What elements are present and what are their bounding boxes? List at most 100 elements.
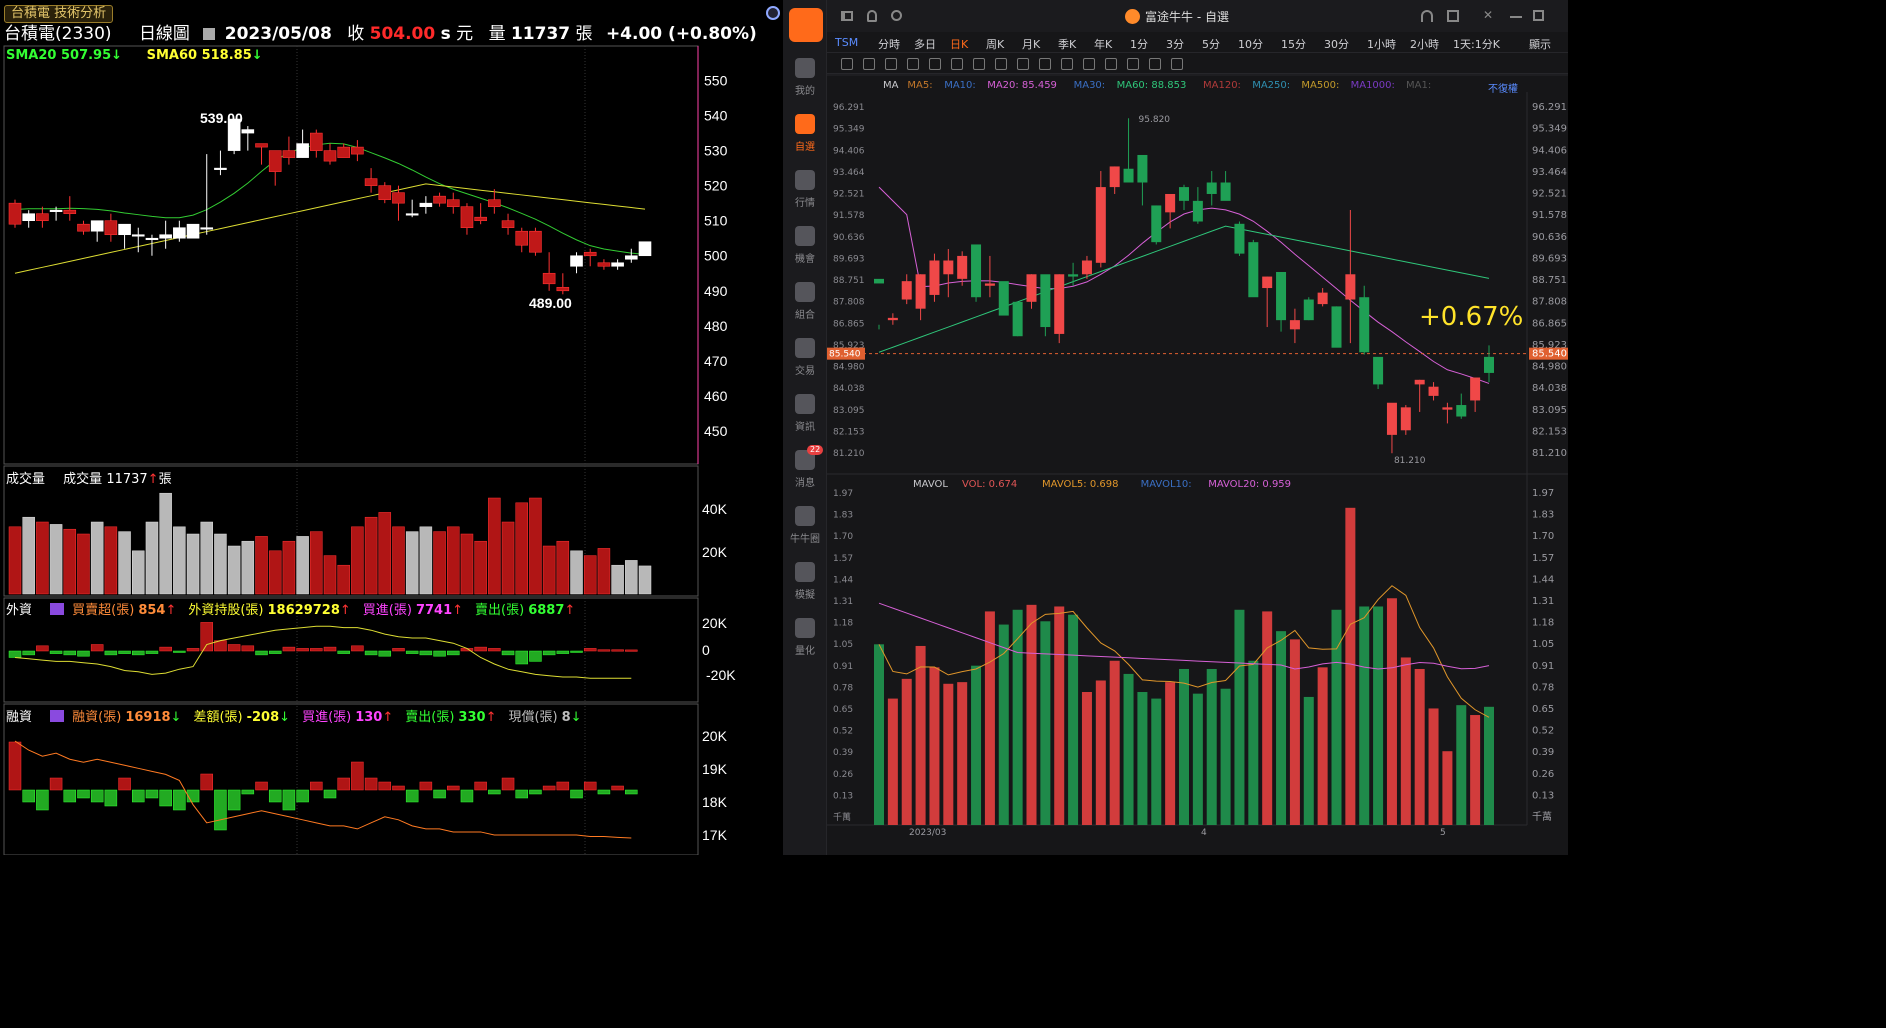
sidebar-item-5[interactable]: 交易 (783, 338, 827, 377)
candle-body (405, 213, 419, 216)
sidebar-item-6[interactable]: 資訊 (783, 394, 827, 433)
left-price-tick: 89.693 (833, 254, 865, 264)
candle-body (1317, 292, 1328, 305)
volume-bar (1123, 673, 1134, 825)
sidebar-item-7[interactable]: 消息 (783, 450, 827, 489)
volume-bar (323, 555, 337, 595)
margin-bar (323, 789, 337, 799)
volume-bar (1040, 621, 1051, 825)
volume-legend-item: VOL: 0.674 (962, 479, 1018, 490)
volume-bar (501, 521, 515, 595)
candle-body (8, 202, 22, 225)
foreign-item-value: 18629728 (267, 603, 340, 618)
volume-panel-value: 11737 (106, 472, 148, 487)
sidebar-item-1[interactable]: 自選 (783, 114, 827, 153)
candle-body (118, 223, 131, 236)
price-tick: 450 (704, 423, 728, 439)
candle-body (1470, 377, 1481, 401)
margin-item-value: 8 (561, 710, 571, 725)
margin-bar (36, 789, 49, 811)
foreign-bar (378, 650, 392, 657)
left-vol-tick: 0.39 (833, 748, 853, 758)
margin-tick: 17K (702, 827, 728, 843)
sidebar-item-label: 量化 (795, 646, 815, 657)
margin-bar (118, 777, 131, 791)
sidebar-icon (795, 394, 815, 414)
volume-bar (378, 512, 392, 595)
sidebar-item-4[interactable]: 組合 (783, 282, 827, 321)
left-price-tick: 91.578 (833, 211, 865, 221)
candle-body (1137, 154, 1148, 183)
sidebar-icon (795, 338, 815, 358)
candle-body (1276, 271, 1287, 321)
candle-body (296, 143, 309, 158)
candle-body (1484, 356, 1494, 373)
sidebar-item-0[interactable]: 我的 (783, 58, 827, 97)
sidebar-item-8[interactable]: 牛牛圈 (783, 506, 827, 545)
volume-bar (214, 533, 227, 595)
left-vol-tick: 1.18 (833, 619, 853, 629)
margin-bar (447, 785, 460, 791)
volume-bar (1317, 667, 1328, 825)
xq-chart-canvas[interactable]: 550 540 530 520 510 500 490 480 470 460 450 539.00 4… (0, 0, 780, 855)
right-vol-tick: 0.52 (1532, 726, 1554, 737)
candle-body (474, 216, 487, 221)
margin-bar (200, 773, 213, 791)
candle-body (874, 278, 884, 284)
app-avatar[interactable] (789, 8, 823, 42)
futu-chart-canvas[interactable]: 96.291 96.291 95.349 95.349 94.406 94.406 93.4… (827, 0, 1568, 855)
volume-bar (241, 540, 255, 595)
margin-panel-border (3, 703, 699, 855)
margin-menu-icon[interactable] (50, 710, 65, 722)
foreign-tick: -20K (706, 667, 736, 683)
foreign-bar (173, 650, 186, 653)
price-tick: 530 (704, 143, 728, 159)
right-vol-tick: 1.70 (1532, 531, 1554, 542)
sidebar-item-9[interactable]: 模擬 (783, 562, 827, 601)
volume-bar (1428, 708, 1439, 825)
candle-body (378, 185, 392, 200)
left-vol-tick: 0.65 (833, 705, 853, 715)
right-price-tick: 92.521 (1532, 189, 1567, 200)
candle-body (323, 150, 337, 162)
sidebar-item-label: 牛牛圈 (790, 534, 820, 545)
left-price-tick: 84.980 (833, 363, 865, 373)
margin-tick: 19K (702, 761, 728, 777)
margin-bar (49, 777, 63, 791)
volume-bar (1054, 606, 1065, 825)
foreign-item-label: 買賣超(張) (72, 603, 135, 618)
sidebar-item-2[interactable]: 行情 (783, 170, 827, 209)
foreign-item-arrow: ↑ (339, 603, 351, 618)
candle-body (625, 255, 638, 260)
margin-bar (405, 789, 419, 803)
volume-bar (1206, 668, 1217, 825)
right-price-tick: 88.751 (1532, 275, 1567, 286)
foreign-item-arrow: ↑ (452, 603, 464, 618)
margin-bar (364, 777, 378, 791)
price-tick: 460 (704, 388, 728, 404)
sidebar-item-3[interactable]: 機會 (783, 226, 827, 265)
candle-body (1026, 274, 1037, 302)
sidebar-item-10[interactable]: 量化 (783, 618, 827, 657)
candle-body (186, 223, 200, 239)
right-price-tick: 84.980 (1532, 362, 1567, 373)
volume-bar (1109, 660, 1120, 825)
candle-body (214, 167, 227, 170)
margin-bar (474, 781, 487, 791)
volume-bar (447, 526, 460, 595)
foreign-bar (118, 650, 131, 654)
last-price-left: 85.540 (829, 350, 861, 360)
volume-bar (268, 550, 282, 595)
candle-body (1359, 297, 1370, 353)
candle-body (998, 281, 1009, 316)
foreign-bar (364, 650, 378, 656)
foreign-bar (611, 649, 624, 652)
sidebar-icon (795, 618, 815, 638)
candle-body (929, 260, 940, 295)
right-price-tick: 96.291 (1532, 102, 1567, 113)
volume-bar (118, 531, 131, 595)
left-vol-tick: 1.05 (833, 640, 853, 650)
candle-body (1262, 276, 1273, 289)
x-axis-tick: 5 (1440, 828, 1446, 838)
foreign-menu-icon[interactable] (50, 603, 65, 615)
